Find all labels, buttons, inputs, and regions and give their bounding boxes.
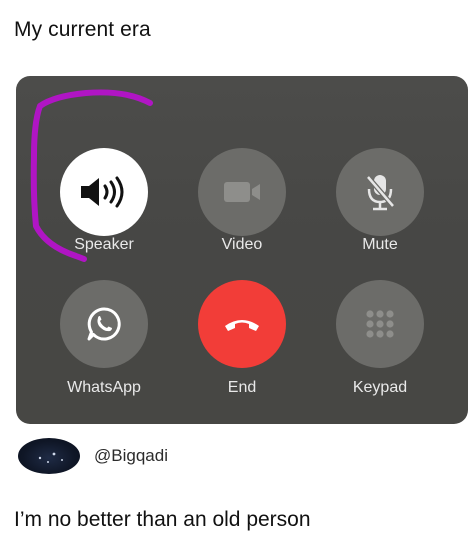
call-controls-panel: Speaker Video Mute WhatsApp End Keypad bbox=[16, 76, 468, 424]
keypad-label: Keypad bbox=[352, 379, 408, 396]
avatar[interactable] bbox=[18, 438, 80, 474]
post-caption-bottom: I’m no better than an old person bbox=[14, 508, 311, 531]
whatsapp-label: WhatsApp bbox=[67, 379, 141, 396]
mute-button[interactable] bbox=[336, 148, 424, 236]
speaker-icon bbox=[81, 176, 124, 208]
whatsapp-button[interactable] bbox=[60, 280, 148, 368]
post-caption-top: My current era bbox=[14, 18, 151, 41]
author-handle[interactable]: @Bigqadi bbox=[94, 446, 168, 466]
keypad-button[interactable] bbox=[336, 280, 424, 368]
keypad-icon bbox=[366, 310, 394, 338]
microphone-muted-icon bbox=[366, 175, 395, 211]
end-call-button[interactable] bbox=[198, 280, 286, 368]
speaker-label: Speaker bbox=[74, 236, 134, 253]
video-label: Video bbox=[221, 236, 263, 253]
video-camera-icon bbox=[224, 182, 260, 202]
author-row: @Bigqadi bbox=[18, 436, 318, 476]
whatsapp-icon bbox=[87, 307, 121, 341]
phone-hangup-icon bbox=[225, 320, 259, 331]
speaker-button[interactable] bbox=[60, 148, 148, 236]
mute-label: Mute bbox=[362, 236, 398, 253]
end-label: End bbox=[227, 379, 257, 396]
video-button[interactable] bbox=[198, 148, 286, 236]
